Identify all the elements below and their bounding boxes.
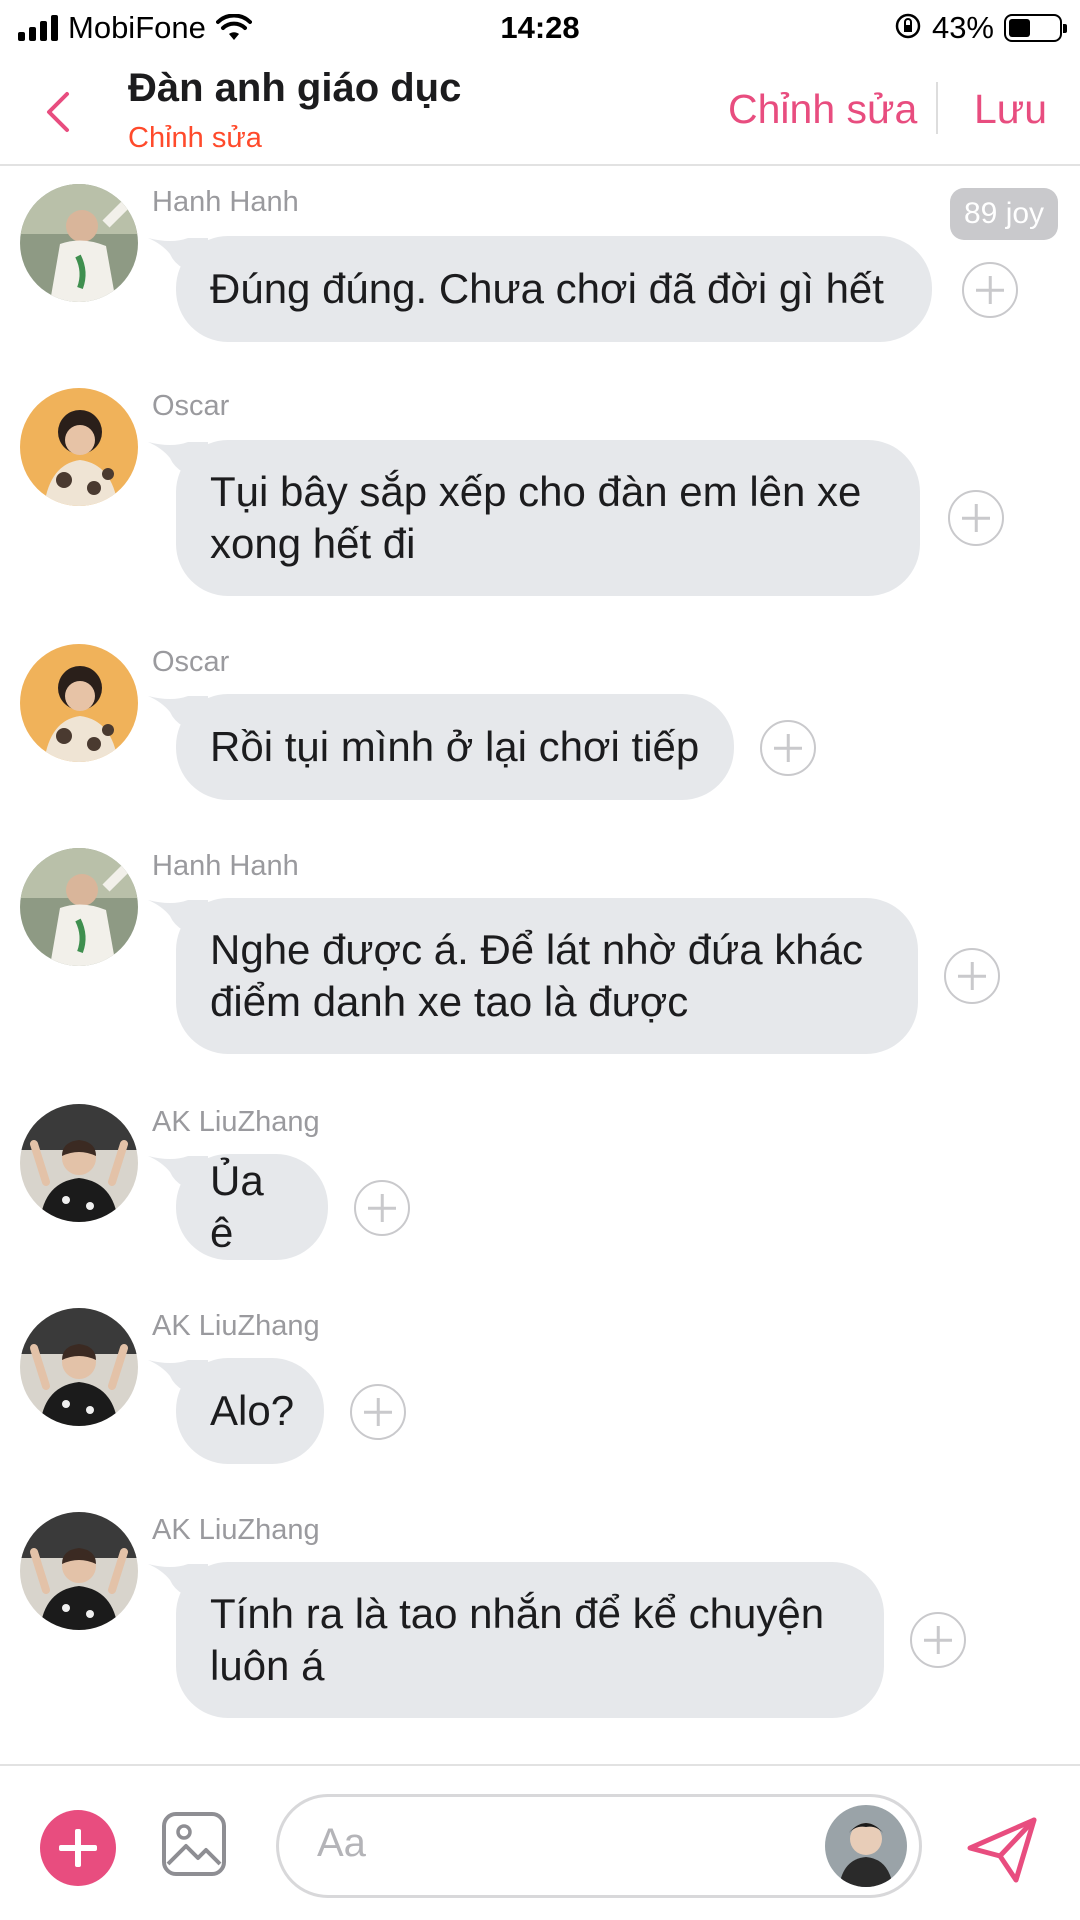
chevron-left-icon <box>47 92 69 132</box>
send-icon[interactable] <box>964 1814 1040 1886</box>
avatar[interactable] <box>20 644 138 762</box>
message-bubble[interactable]: Nghe được á. Để lát nhờ đứa khác điểm da… <box>176 898 918 1054</box>
sender-name: Hanh Hanh <box>152 850 299 882</box>
edit-button[interactable]: Chỉnh sửa <box>728 86 917 133</box>
sender-name: AK LiuZhang <box>152 1106 320 1138</box>
avatar[interactable] <box>825 1805 907 1887</box>
image-icon[interactable] <box>160 1810 228 1878</box>
message-bubble[interactable]: Tính ra là tao nhắn để kể chuyện luôn á <box>176 1562 884 1718</box>
status-bar: MobiFone 14:28 43% <box>0 0 1080 56</box>
message-bubble[interactable]: Ủa ê <box>176 1154 328 1260</box>
sender-name: AK LiuZhang <box>152 1514 320 1546</box>
joy-badge: 89 joy <box>950 188 1059 240</box>
message-bubble[interactable]: Alo? <box>176 1358 324 1464</box>
sender-name: Oscar <box>152 390 230 422</box>
save-button[interactable]: Lưu <box>974 86 1047 133</box>
sender-name: Hanh Hanh <box>152 186 299 218</box>
sender-name: Oscar <box>152 646 230 678</box>
battery-icon <box>1004 14 1067 42</box>
add-reaction-button[interactable] <box>350 1384 406 1440</box>
battery-fill <box>1009 19 1030 37</box>
add-reaction-button[interactable] <box>760 720 816 776</box>
status-right: 43% <box>894 10 1067 46</box>
orientation-lock-icon <box>894 12 922 45</box>
battery-percent: 43% <box>931 10 994 45</box>
back-button[interactable] <box>38 82 78 142</box>
message-bubble[interactable]: Đúng đúng. Chưa chơi đã đời gì hết <box>176 236 932 342</box>
message-bubble[interactable]: Rồi tụi mình ở lại chơi tiếp <box>176 694 734 800</box>
add-reaction-button[interactable] <box>944 948 1000 1004</box>
add-reaction-button[interactable] <box>962 262 1018 318</box>
add-reaction-button[interactable] <box>354 1180 410 1236</box>
avatar[interactable] <box>20 1104 138 1222</box>
avatar[interactable] <box>20 1512 138 1630</box>
avatar[interactable] <box>20 184 138 302</box>
chat-title[interactable]: Đàn anh giáo dục <box>128 66 461 111</box>
add-reaction-button[interactable] <box>948 490 1004 546</box>
avatar[interactable] <box>20 848 138 966</box>
add-reaction-button[interactable] <box>910 1612 966 1668</box>
message-input[interactable]: Aa <box>276 1794 922 1898</box>
chat-subtitle[interactable]: Chỉnh sửa <box>128 122 262 155</box>
chat-header: Đàn anh giáo dục Chỉnh sửa Chỉnh sửa Lưu <box>0 60 1080 166</box>
header-divider <box>936 82 938 134</box>
message-input-placeholder: Aa <box>317 1821 366 1865</box>
plus-icon[interactable] <box>40 1810 116 1886</box>
message-bubble[interactable]: Tụi bây sắp xếp cho đàn em lên xe xong h… <box>176 440 920 596</box>
composer-bar: Aa <box>0 1764 1080 1920</box>
avatar[interactable] <box>20 388 138 506</box>
sender-name: AK LiuZhang <box>152 1310 320 1342</box>
avatar[interactable] <box>20 1308 138 1426</box>
